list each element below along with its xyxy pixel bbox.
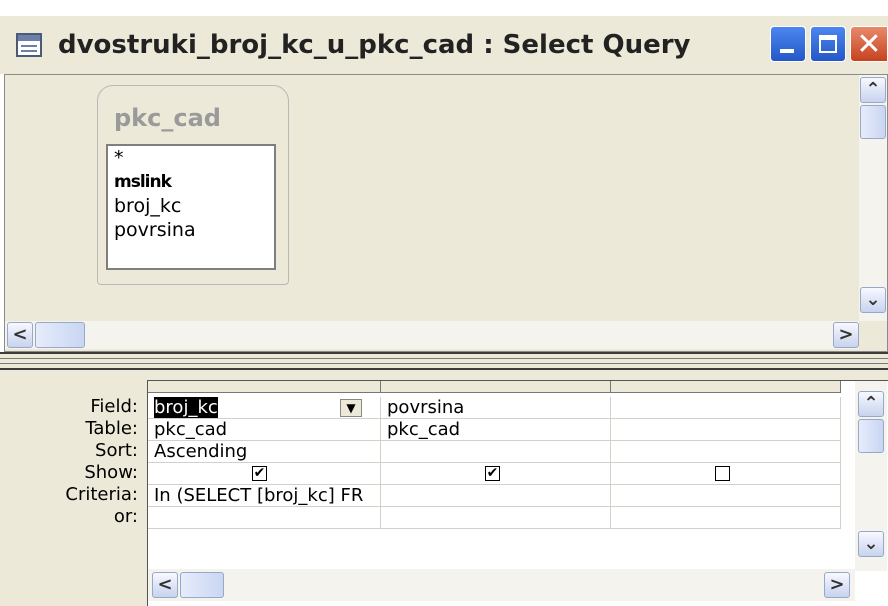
- field-value: broj_kc: [154, 397, 218, 418]
- show-cell[interactable]: ✔: [148, 463, 381, 485]
- field-item-povrsina[interactable]: povrsina: [108, 218, 274, 242]
- pane-splitter[interactable]: [0, 352, 888, 370]
- table-name: pkc_cad: [114, 104, 221, 132]
- sort-cell[interactable]: Ascending: [148, 441, 381, 463]
- row-labels: Field: Table: Sort: Show: Criteria: or:: [10, 396, 138, 528]
- field-list[interactable]: * mslink broj_kc povrsina: [106, 144, 276, 270]
- sort-cell[interactable]: [381, 441, 611, 463]
- scroll-thumb[interactable]: [858, 419, 884, 453]
- field-cell[interactable]: [611, 397, 841, 419]
- row-label-show: Show:: [84, 462, 138, 483]
- close-icon: ✕: [856, 27, 882, 62]
- scroll-thumb[interactable]: [860, 105, 886, 139]
- criteria-cell[interactable]: In (SELECT [broj_kc] FR: [148, 485, 381, 507]
- arrow-left-icon[interactable]: <: [7, 322, 33, 348]
- or-cell[interactable]: [148, 507, 381, 529]
- field-item-mslink[interactable]: mslink: [108, 170, 274, 194]
- query-design-grid[interactable]: broj_kc ▼ pkc_cad Ascending ✔ In (SELECT…: [147, 380, 888, 606]
- show-cell[interactable]: [611, 463, 841, 485]
- column-selector-3[interactable]: [611, 381, 841, 393]
- arrow-left-icon[interactable]: <: [152, 572, 178, 598]
- row-label-or: or:: [113, 506, 138, 527]
- query-window-icon[interactable]: [16, 33, 42, 57]
- column-selector-2[interactable]: [381, 381, 611, 393]
- show-checkbox[interactable]: ✔: [485, 466, 500, 481]
- table-cell[interactable]: pkc_cad: [381, 419, 611, 441]
- table-pane[interactable]: pkc_cad * mslink broj_kc povrsina ⌃ ⌄ < …: [4, 74, 888, 352]
- arrow-up-icon[interactable]: ⌃: [858, 391, 884, 417]
- minimize-icon: [780, 49, 794, 53]
- row-label-criteria: Criteria:: [65, 484, 138, 505]
- row-label-sort: Sort:: [95, 440, 138, 461]
- show-checkbox[interactable]: [715, 466, 730, 481]
- field-item-all[interactable]: *: [108, 146, 274, 170]
- criteria-cell[interactable]: [611, 485, 841, 507]
- maximize-button[interactable]: [810, 26, 846, 62]
- field-cell[interactable]: povrsina: [381, 397, 611, 419]
- table-cell[interactable]: [611, 419, 841, 441]
- or-cell[interactable]: [381, 507, 611, 529]
- arrow-down-icon[interactable]: ⌄: [860, 287, 886, 313]
- minimize-button[interactable]: [770, 26, 806, 62]
- scroll-corner: [859, 321, 887, 349]
- arrow-up-icon[interactable]: ⌃: [860, 77, 886, 103]
- column-selector-1[interactable]: [148, 381, 381, 393]
- field-item-broj-kc[interactable]: broj_kc: [108, 194, 274, 218]
- window-title: dvostruki_broj_kc_u_pkc_cad : Select Que…: [58, 30, 691, 60]
- scroll-thumb[interactable]: [35, 322, 85, 348]
- arrow-down-icon[interactable]: ⌄: [858, 531, 884, 557]
- maximize-icon: [819, 35, 837, 53]
- table-cell[interactable]: pkc_cad: [148, 419, 381, 441]
- grid-horizontal-scrollbar[interactable]: < >: [148, 569, 855, 601]
- row-label-table: Table:: [85, 418, 138, 439]
- row-label-field: Field:: [90, 396, 138, 417]
- show-cell[interactable]: ✔: [381, 463, 611, 485]
- criteria-cell[interactable]: [381, 485, 611, 507]
- grid-vertical-scrollbar[interactable]: ⌃ ⌄: [855, 381, 887, 571]
- or-cell[interactable]: [611, 507, 841, 529]
- sort-cell[interactable]: [611, 441, 841, 463]
- title-bar[interactable]: dvostruki_broj_kc_u_pkc_cad : Select Que…: [0, 16, 888, 74]
- show-checkbox[interactable]: ✔: [252, 466, 267, 481]
- chevron-down-icon[interactable]: ▼: [340, 399, 362, 417]
- horizontal-scrollbar[interactable]: < >: [5, 321, 861, 349]
- vertical-scrollbar[interactable]: ⌃ ⌄: [859, 75, 887, 321]
- field-cell[interactable]: broj_kc ▼: [148, 397, 381, 419]
- arrow-right-icon[interactable]: >: [824, 572, 850, 598]
- design-grid-pane[interactable]: Field: Table: Sort: Show: Criteria: or: …: [0, 370, 888, 606]
- close-button[interactable]: ✕: [850, 26, 888, 62]
- arrow-right-icon[interactable]: >: [833, 322, 859, 348]
- table-field-list-window[interactable]: pkc_cad * mslink broj_kc povrsina: [97, 85, 289, 285]
- scroll-thumb[interactable]: [180, 572, 224, 598]
